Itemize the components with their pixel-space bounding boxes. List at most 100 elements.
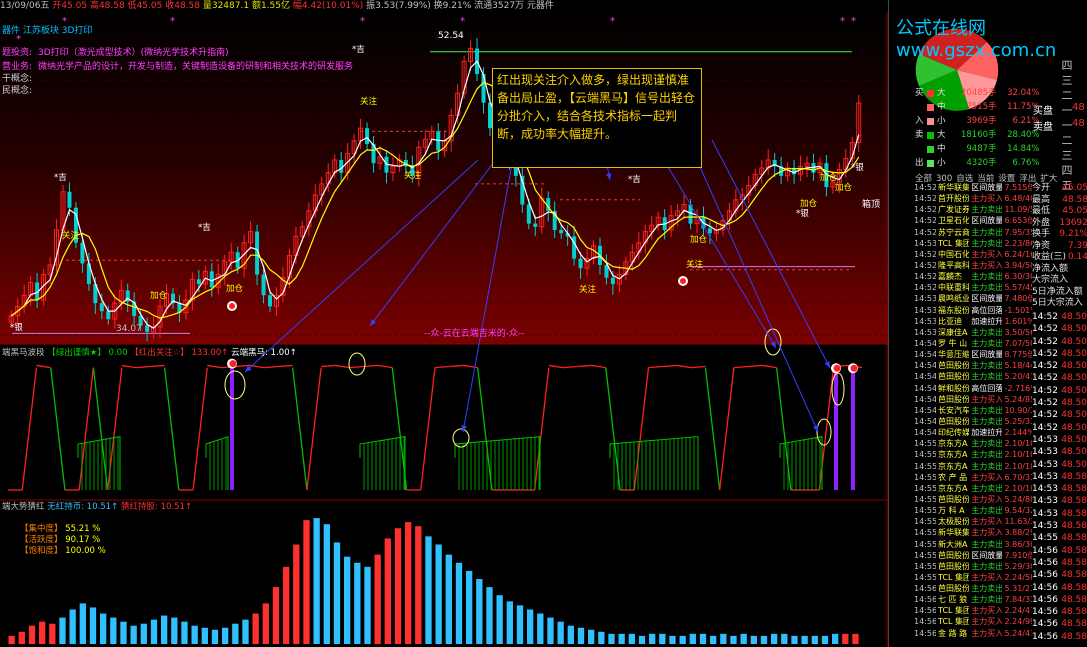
tick-price: 48.58 [1061,508,1087,519]
flow-row[interactable]: 14:54鲜和股份高位回落-2.716% [914,384,1032,395]
flow-cell: 14:54 [914,383,937,393]
flow-row[interactable]: 14:54芭田股份主力卖出5.25/33 [914,417,1032,428]
histogram-bar [771,633,778,644]
flow-row[interactable]: 14:53 比亚迪 加速拉升 1.601% [914,317,1032,328]
flow-row[interactable]: 14:55新华联集主力买入3.88/29 [914,528,1032,539]
flow-row[interactable]: 14:56芭田股份主力卖出5.31/21 [914,584,1032,595]
flow-row[interactable]: 14:53深康佳A主力卖出3.50/56 [914,328,1032,339]
tick-row: 14:52 48.50 [1032,311,1087,323]
flow-row[interactable]: 14:52隆平高科主力买入3.94/50 [914,261,1032,272]
flow-row[interactable]: 14:52苏宁云商主力卖出7.95/35 [914,228,1032,239]
flow-row[interactable]: 14:55TCL 集团主力买入2.24/58 [914,573,1032,584]
stat-label: 换手 [1032,229,1051,239]
flow-cell: 14:55 [914,561,937,571]
flow-row[interactable]: 14:53 晨鸣纸业 区间放量 7.480倍 [914,294,1032,305]
flow-cell: 8.775倍 [1004,350,1032,360]
flow-cell: 主力卖出 [971,238,1003,248]
flow-row[interactable]: 14:52 新华联集 区间放量 7.515倍 [914,183,1032,194]
flow-row[interactable]: 14:55京东方A主力卖出2.10/10 [914,462,1032,473]
stat-label: 大宗流入 [1032,275,1069,285]
flow-row[interactable]: 14:54芭田股份主力卖出5.18/44 [914,361,1032,372]
candle-body [261,274,266,296]
histogram-bar [262,603,269,644]
flow-row[interactable]: 14:54 华意压缩 区间放量 8.775倍 [914,350,1032,361]
stat-label: 外盘 [1032,217,1051,228]
candle-body [526,204,531,224]
flow-cell: 7.95/35 [1004,227,1032,237]
flow-cell: 主力卖出 [971,584,1003,594]
flow-cell: 主力卖出 [971,461,1003,471]
flow-cell: 主力买入 [971,517,1003,527]
histogram-bar [150,619,158,644]
histogram-bar [18,631,25,644]
business-value: 微纳光学产品的设计，开发与制造，关键制造设备的研制和相关技术的研发服务 [38,62,354,72]
stat-label: 最高 [1032,194,1051,205]
quote-stat-row: 净资 7.39 [1032,241,1087,253]
flow-row[interactable]: 14:54芭田股份主力卖出5.20/41 [914,372,1032,383]
flow-row[interactable]: 14:55新大洲A主力卖出3.86/30 [914,540,1032,551]
histogram-bar [181,621,188,644]
tick-price: 48.50 [1061,398,1087,409]
flow-cell: 主力卖出 [971,595,1003,605]
flow-row[interactable]: 14:55京东方A主力卖出2.10/10 [914,450,1032,461]
flow-cell: 芭田股份 [938,394,970,404]
flow-row[interactable]: 14:52嘉麟杰主力卖出6.30/30 [914,272,1032,283]
flow-row[interactable]: 14:52中国石化主力买入6.24/16 [914,250,1032,261]
buy-label: 买盘 [1033,106,1053,117]
signal-tag: *吉 [198,223,211,233]
flow-row[interactable]: 14:55芭田股份主力买入5.24/88 [914,495,1032,506]
flow-row[interactable]: 14:52首开股份主力买入6.48/40 [914,194,1032,205]
flow-row[interactable]: 14:55太极股份主力买入11.63/3 [914,517,1032,528]
money-flow-list[interactable]: 14:52新华联集区间放量7.515倍14:52首开股份主力买入6.48/401… [914,183,1032,640]
flow-cell: 14:55 [914,572,937,582]
tick-list[interactable]: 14:52 48.50 14:52 48.50 14:52 48.50 14:52 48.50… [1032,311,1087,643]
pie-volume: 7515手 [966,102,997,112]
pie-volume: 4320手 [966,158,997,168]
tick-price: 48.58 [1061,582,1087,593]
flow-row[interactable]: 14:56金 路 路主力买入5.24/41 [914,629,1032,640]
flow-cell: TCL 集团 [938,238,970,248]
signal-tag: 关注 [579,284,597,295]
tick-price: 48.50 [1061,422,1087,433]
flow-row[interactable]: 14:55芭田股份主力卖出5.29/30 [914,562,1032,573]
histogram-bar [740,633,747,644]
histogram-bar [455,562,463,644]
flow-cell: -2.716% [1004,383,1032,393]
flow-row[interactable]: 14:54罗 牛 山主力卖出7.07/50 [914,339,1032,350]
flow-row[interactable]: 14:53福东股份高位回落-1.501% [914,306,1032,317]
flow-cell: 首开股份 [938,194,970,204]
flow-row[interactable]: 14:55 芭田股份 区间放量 7.910倍 [914,551,1032,562]
flow-cell: 新华联集 [938,183,970,192]
flow-row[interactable]: 14:55万 科 A 主力卖出9.54/32 [914,506,1032,517]
flow-row[interactable]: 14:55农 产 品主力买入6.70/33 [914,473,1032,484]
flow-row[interactable]: 14:54长安汽车主力卖出10.90/3 [914,406,1032,417]
flow-cell: 14:55 [914,494,937,504]
histogram-bar [140,623,147,644]
buy-price: 48 [1072,102,1085,113]
flow-row[interactable]: 14:54 印纪传媒 加速拉升 2.144% [914,428,1032,439]
stat-value: 0.14 [1067,252,1087,262]
histogram-bar [69,609,76,644]
flow-row[interactable]: 14:52广发证券主力卖出11.09/54 [914,205,1032,216]
flow-row[interactable]: 14:55京东方A主力卖出2.10/10 [914,439,1032,450]
flow-cell: 9.54/32 [1004,506,1032,516]
pie-side: 入 [915,116,924,126]
flow-row[interactable]: 14:56TCL 集团主力买入2.24/47 [914,606,1032,617]
pie-swatch [927,117,934,125]
flow-row[interactable]: 14:56七 匹 狼主力卖出7.84/33 [914,595,1032,606]
flow-cell: 11.09/54 [1004,205,1032,215]
flow-row[interactable]: 14:55京东方A主力卖出2.10/10 [914,484,1032,495]
quote-stat-row: 最高 48.58 [1032,195,1087,207]
flow-row[interactable]: 14:56TCL 集团主力买入2.24/99 [914,617,1032,628]
flow-row[interactable]: 14:53TCL 集团主力卖出2.23/86 [914,239,1032,250]
flow-row[interactable]: 14:54芭田股份主力买入5.24/85 [914,395,1032,406]
tick-row: 14:52 48.50 [1032,323,1087,335]
candle-body [209,271,214,288]
flow-row[interactable]: 14:52 卫星石化 区间放量 6.653倍 [914,216,1032,227]
flow-cell: 深康佳A [938,327,968,337]
flow-row[interactable]: 14:52中联重科主力卖出5.57/45 [914,283,1032,294]
histogram-bar [39,621,46,644]
red-dot-core [229,303,235,309]
tick-time: 14:53 [1032,521,1058,532]
signal-tag: *银 [10,322,23,333]
